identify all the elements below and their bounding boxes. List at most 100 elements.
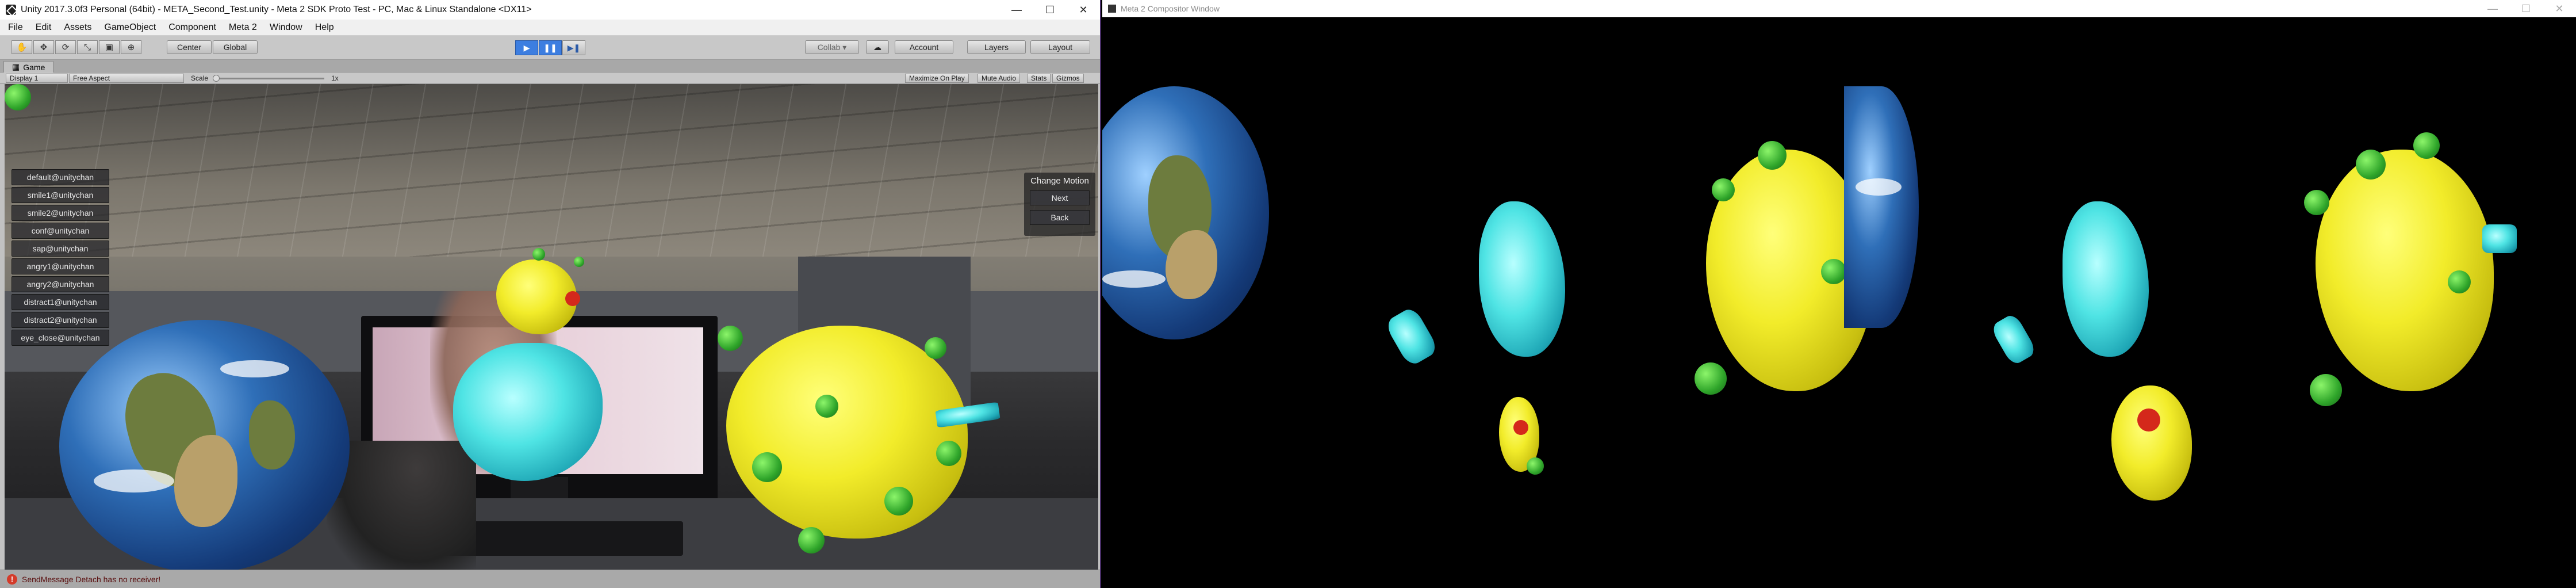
account-dropdown[interactable]: Account bbox=[895, 40, 953, 54]
stats-toggle[interactable]: Stats bbox=[1027, 74, 1051, 83]
cloud-icon[interactable]: ☁ bbox=[866, 40, 889, 54]
green-bump bbox=[5, 84, 31, 110]
maximize-button[interactable]: ☐ bbox=[1033, 0, 1067, 20]
menu-help[interactable]: Help bbox=[315, 22, 334, 33]
unity-window-title: Unity 2017.3.0f3 Personal (64bit) - META… bbox=[21, 5, 532, 14]
green-bump bbox=[1527, 457, 1544, 475]
unity-menu-bar: File Edit Assets GameObject Component Me… bbox=[0, 20, 1100, 36]
gizmos-dropdown[interactable]: Gizmos bbox=[1052, 74, 1084, 83]
menu-assets[interactable]: Assets bbox=[64, 22, 91, 33]
yellow-blob-right bbox=[2316, 150, 2494, 391]
compositor-window: Meta 2 Compositor Window — ☐ ✕ bbox=[1102, 0, 2576, 588]
green-bump bbox=[884, 487, 913, 516]
red-spot bbox=[565, 291, 580, 306]
rotate-tool-icon[interactable]: ⟳ bbox=[55, 40, 76, 54]
menu-window[interactable]: Window bbox=[270, 22, 302, 33]
green-bump bbox=[2310, 374, 2342, 406]
earth-land bbox=[249, 400, 295, 469]
minimize-button[interactable]: — bbox=[1000, 0, 1033, 20]
green-bump bbox=[718, 326, 743, 351]
earth-cloud bbox=[1856, 178, 1902, 196]
change-motion-title: Change Motion bbox=[1030, 176, 1089, 186]
unity-logo-icon bbox=[6, 5, 16, 15]
space-global-button[interactable]: Global bbox=[213, 40, 258, 54]
game-view[interactable]: default@unitychan smile1@unitychan smile… bbox=[5, 84, 1098, 570]
green-bump bbox=[2304, 190, 2329, 215]
desktop: Unity 2017.3.0f3 Personal (64bit) - META… bbox=[0, 0, 2576, 588]
rect-tool-icon[interactable]: ▣ bbox=[99, 40, 120, 54]
layout-dropdown[interactable]: Layout bbox=[1030, 40, 1090, 54]
green-bump bbox=[574, 257, 584, 267]
aspect-dropdown[interactable]: Free Aspect bbox=[69, 74, 184, 83]
compositor-window-title: Meta 2 Compositor Window bbox=[1121, 4, 1220, 13]
motion-button[interactable]: smile1@unitychan bbox=[12, 187, 109, 203]
green-bump bbox=[1821, 259, 1846, 284]
transform-tool-icon[interactable]: ⊕ bbox=[121, 40, 141, 54]
move-tool-icon[interactable]: ✥ bbox=[33, 40, 54, 54]
green-bump bbox=[798, 527, 825, 553]
green-bump bbox=[2448, 270, 2471, 293]
layers-dropdown[interactable]: Layers bbox=[967, 40, 1026, 54]
green-bump bbox=[1712, 178, 1735, 201]
close-button[interactable]: ✕ bbox=[1067, 0, 1100, 20]
menu-gameobject[interactable]: GameObject bbox=[104, 22, 156, 33]
green-bump bbox=[936, 441, 961, 466]
unity-toolbar: ✋ ✥ ⟳ ⤡ ▣ ⊕ Center Global ▶ ❚❚ ▶❚ Collab… bbox=[0, 36, 1100, 60]
game-tab-label: Game bbox=[23, 62, 45, 72]
earth-cloud bbox=[220, 360, 289, 377]
yellow-shard-right bbox=[2111, 385, 2192, 501]
motion-button[interactable]: eye_close@unitychan bbox=[12, 330, 109, 346]
unity-title-bar: Unity 2017.3.0f3 Personal (64bit) - META… bbox=[0, 0, 1100, 20]
compositor-app-icon bbox=[1108, 5, 1116, 13]
scale-slider-handle[interactable] bbox=[213, 75, 220, 82]
cyan-fragment-right bbox=[1989, 312, 2038, 367]
keyboard bbox=[442, 521, 683, 556]
green-bump bbox=[2413, 132, 2440, 159]
red-spot bbox=[1513, 420, 1528, 435]
cyan-fragment-left bbox=[1383, 306, 1440, 368]
game-tab-bar: ▦ Game bbox=[0, 60, 1100, 72]
scale-label: Scale bbox=[191, 74, 209, 82]
game-view-icon: ▦ bbox=[12, 62, 20, 71]
compositor-minimize-button[interactable]: — bbox=[2476, 0, 2509, 17]
collab-dropdown[interactable]: Collab ▾ bbox=[805, 40, 859, 54]
mute-audio-toggle[interactable]: Mute Audio bbox=[977, 74, 1021, 83]
motion-button[interactable]: angry1@unitychan bbox=[12, 258, 109, 274]
green-bump bbox=[752, 452, 782, 482]
motion-button[interactable]: conf@unitychan bbox=[12, 223, 109, 239]
earth-half-left bbox=[1844, 86, 1919, 328]
green-bump bbox=[925, 337, 946, 359]
menu-edit[interactable]: Edit bbox=[36, 22, 52, 33]
unity-editor-window: Unity 2017.3.0f3 Personal (64bit) - META… bbox=[0, 0, 1101, 588]
menu-meta2[interactable]: Meta 2 bbox=[229, 22, 257, 33]
menu-component[interactable]: Component bbox=[168, 22, 216, 33]
menu-file[interactable]: File bbox=[8, 22, 23, 33]
motion-button[interactable]: smile2@unitychan bbox=[12, 205, 109, 221]
change-motion-panel: Change Motion Next Back bbox=[1024, 173, 1095, 236]
step-button[interactable]: ▶❚ bbox=[562, 40, 585, 55]
game-view-options: Display 1 Free Aspect Scale 1x Maximize … bbox=[0, 72, 1100, 84]
motion-button[interactable]: distract2@unitychan bbox=[12, 312, 109, 328]
compositor-maximize-button[interactable]: ☐ bbox=[2509, 0, 2543, 17]
console-status-bar[interactable]: ! SendMessage Detach has no receiver! bbox=[0, 570, 1100, 588]
scale-tool-icon[interactable]: ⤡ bbox=[77, 40, 98, 54]
red-spot bbox=[2137, 408, 2160, 432]
back-button[interactable]: Back bbox=[1030, 210, 1090, 225]
motion-button[interactable]: angry2@unitychan bbox=[12, 276, 109, 292]
pivot-center-button[interactable]: Center bbox=[167, 40, 212, 54]
hand-tool-icon[interactable]: ✋ bbox=[12, 40, 32, 54]
user-arm bbox=[327, 441, 476, 570]
play-button[interactable]: ▶ bbox=[515, 40, 538, 55]
pause-button[interactable]: ❚❚ bbox=[539, 40, 562, 55]
earth-cloud bbox=[94, 469, 174, 492]
motion-button[interactable]: default@unitychan bbox=[12, 169, 109, 185]
cyan-shard-left bbox=[1479, 201, 1565, 357]
motion-button[interactable]: sap@unitychan bbox=[12, 240, 109, 257]
game-tab[interactable]: ▦ Game bbox=[3, 61, 54, 72]
motion-button[interactable]: distract1@unitychan bbox=[12, 294, 109, 310]
scale-slider-track[interactable] bbox=[215, 78, 324, 79]
next-button[interactable]: Next bbox=[1030, 190, 1090, 205]
compositor-close-button[interactable]: ✕ bbox=[2543, 0, 2576, 17]
maximize-on-play-toggle[interactable]: Maximize On Play bbox=[905, 74, 969, 83]
display-dropdown[interactable]: Display 1 bbox=[6, 74, 68, 83]
